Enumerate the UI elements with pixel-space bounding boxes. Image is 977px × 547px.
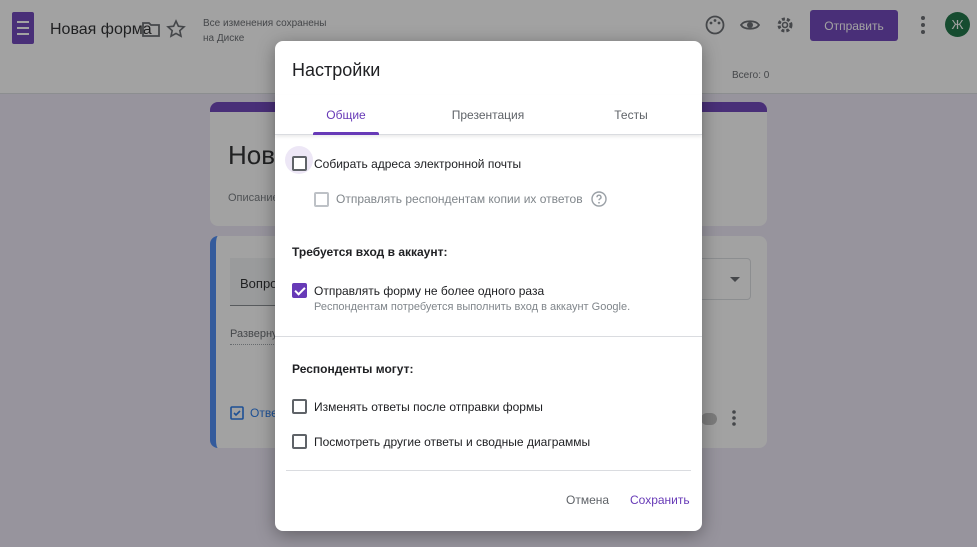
send-copies-label: Отправлять респондентам копии их ответов	[336, 192, 583, 206]
tab-general[interactable]: Общие	[313, 108, 379, 122]
send-copies-checkbox[interactable]	[314, 191, 329, 207]
dialog-title: Настройки	[292, 60, 381, 80]
tab-tests[interactable]: Тесты	[597, 108, 665, 122]
active-tab-indicator	[313, 132, 379, 135]
tab-presentation[interactable]: Презентация	[441, 108, 535, 122]
collect-emails-option[interactable]: Собирать адреса электронной почты	[292, 156, 521, 171]
cancel-button[interactable]: Отмена	[566, 493, 609, 507]
edit-after-submit-label: Изменять ответы после отправки формы	[314, 399, 543, 414]
respondents-section-heading: Респонденты могут:	[292, 362, 414, 376]
collect-emails-label: Собирать адреса электронной почты	[314, 156, 522, 171]
section-divider	[275, 336, 702, 337]
settings-tabs: Общие Презентация Тесты	[275, 95, 702, 135]
limit-one-response-label: Отправлять форму не более одного раза	[314, 283, 545, 298]
save-button[interactable]: Сохранить	[630, 493, 690, 507]
edit-after-submit-option[interactable]: Изменять ответы после отправки формы	[292, 399, 543, 414]
see-summary-label: Посмотреть другие ответы и сводные диагр…	[314, 434, 591, 449]
signin-section-heading: Требуется вход в аккаунт:	[292, 245, 448, 259]
limit-one-response-checkbox[interactable]	[292, 283, 307, 298]
see-summary-checkbox[interactable]	[292, 434, 307, 449]
limit-one-response-hint: Респондентам потребуется выполнить вход …	[314, 301, 631, 313]
collect-emails-checkbox[interactable]	[292, 156, 307, 171]
settings-dialog: Настройки Общие Презентация Тесты Собира…	[275, 41, 702, 531]
edit-after-submit-checkbox[interactable]	[292, 399, 307, 414]
limit-one-response-option[interactable]: Отправлять форму не более одного раза	[292, 283, 544, 298]
send-copies-option[interactable]: Отправлять респондентам копии их ответов	[314, 191, 607, 207]
help-icon[interactable]	[590, 191, 607, 207]
footer-divider	[286, 470, 691, 471]
see-summary-option[interactable]: Посмотреть другие ответы и сводные диагр…	[292, 434, 590, 449]
